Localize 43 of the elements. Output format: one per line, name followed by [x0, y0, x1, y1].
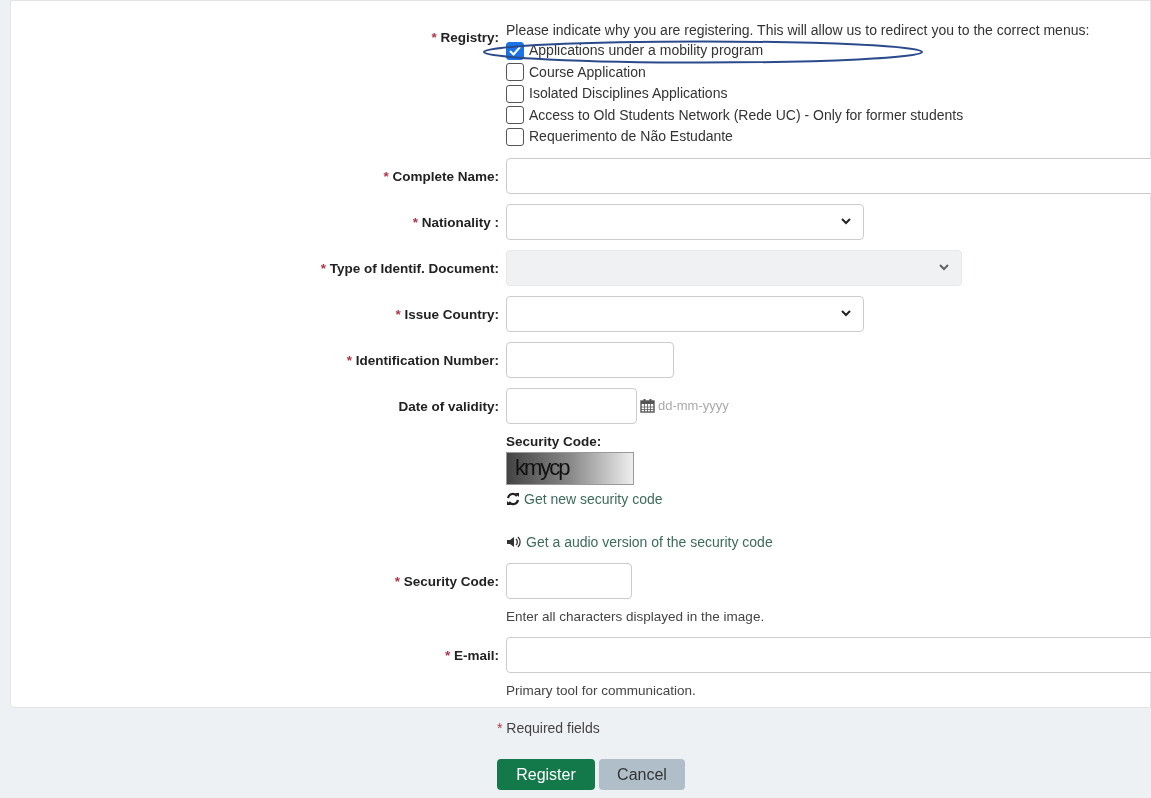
caret-icon — [841, 218, 851, 225]
field-label: * Registry: — [431, 29, 499, 47]
checkbox[interactable] — [506, 63, 524, 82]
date-field[interactable] — [506, 387, 637, 424]
register-button[interactable]: Register — [497, 759, 595, 790]
dropdown-field[interactable] — [506, 203, 864, 240]
field-hint: Enter all characters displayed in the image. — [506, 607, 765, 626]
calendar-icon[interactable] — [640, 398, 655, 413]
field-label: * Identification Number: — [346, 351, 499, 370]
field-label: Date of validity: — [398, 397, 499, 416]
field-label: * Complete Name: — [383, 167, 499, 186]
caret-icon — [841, 310, 851, 317]
text-field[interactable] — [506, 637, 1151, 673]
checkbox-label: Access to Old Students Network (Rede UC) - Only for former students — [529, 105, 964, 125]
dropdown-field[interactable] — [506, 295, 864, 332]
field-label: * Security Code: — [394, 572, 499, 591]
captcha-image: kmycp — [506, 451, 634, 485]
caret-icon — [939, 264, 949, 271]
captcha-heading: Security Code: — [506, 432, 602, 451]
field-label: * Issue Country: — [395, 305, 499, 324]
date-format-hint: dd-mm-yyyy — [658, 396, 729, 415]
checkbox-label: Isolated Disciplines Applications — [529, 84, 728, 104]
checkbox-label: Course Application — [529, 62, 646, 82]
checkmark-icon — [509, 45, 521, 56]
field-hint: Primary tool for communication. — [506, 682, 696, 700]
checkbox[interactable] — [506, 106, 524, 125]
text-field[interactable] — [506, 341, 674, 378]
audio-code-link[interactable]: Get a audio version of the security code — [506, 531, 773, 553]
field-label: * E-mail: — [444, 647, 499, 665]
refresh-icon — [506, 492, 520, 507]
checkbox-label: Applications under a mobility program — [529, 41, 764, 61]
checkbox-label: Requerimento de Não Estudante — [529, 127, 733, 147]
required-note: * Required fields — [497, 719, 600, 738]
speaker-icon — [506, 535, 522, 550]
field-label: * Nationality : — [412, 213, 499, 232]
checkbox[interactable] — [506, 84, 524, 103]
field-label: * Type of Identif. Document: — [320, 259, 499, 278]
registry-intro: Please indicate why you are registering. This will allow us to redirect you to the correct menus: — [506, 21, 1091, 40]
checkbox[interactable] — [506, 127, 524, 146]
new-code-link[interactable]: Get new security code — [506, 488, 663, 510]
text-field[interactable] — [506, 562, 632, 599]
cancel-button[interactable]: Cancel — [599, 759, 685, 790]
text-field[interactable] — [506, 157, 1151, 194]
